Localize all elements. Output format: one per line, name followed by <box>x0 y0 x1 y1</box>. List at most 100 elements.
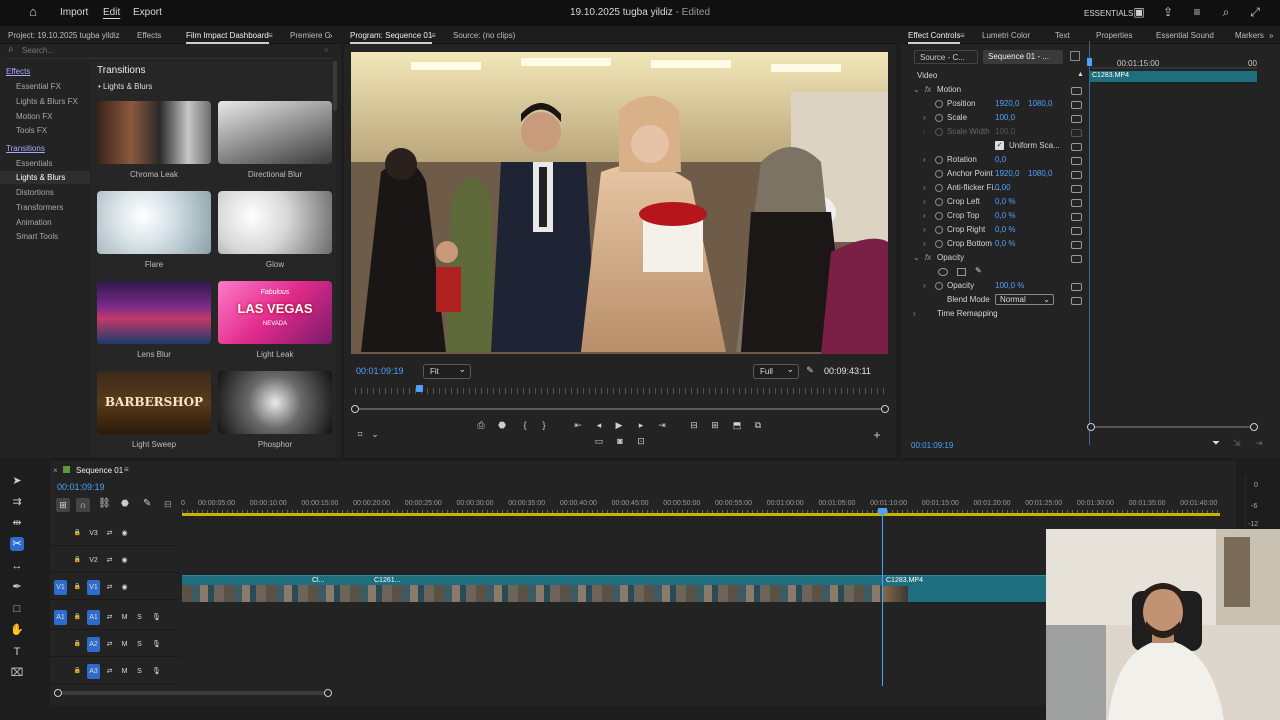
fx-position-x[interactable]: 1920,0 <box>995 99 1019 108</box>
reset-icon[interactable] <box>1071 213 1082 221</box>
resolution-select[interactable]: Full <box>753 364 799 379</box>
mute-button[interactable]: M <box>118 610 131 625</box>
stopwatch-icon[interactable] <box>935 114 943 122</box>
chevron-right-icon[interactable]: › <box>923 183 926 192</box>
menu-export[interactable]: Export <box>133 7 162 18</box>
tree-item-tools-fx[interactable]: Tools FX <box>16 126 47 135</box>
add-marker-icon[interactable]: ⬣ <box>495 420 509 431</box>
captions-tool-icon[interactable]: ⌧ <box>10 666 24 680</box>
filter-icon[interactable]: ⏷ <box>1212 438 1220 449</box>
tab-premiere-composer[interactable]: Premiere C <box>290 31 330 40</box>
mute-button[interactable]: M <box>118 664 131 679</box>
lock-icon[interactable]: 🔒 <box>71 580 84 595</box>
lock-icon[interactable]: 🔒 <box>71 664 84 679</box>
tree-item-essentials[interactable]: Essentials <box>16 159 52 168</box>
lock-icon[interactable]: 🔒 <box>71 526 84 541</box>
tree-item-lights-blurs[interactable]: Lights & Blurs <box>0 171 90 184</box>
thumb-flare[interactable] <box>97 191 211 254</box>
razor-tool-icon[interactable]: ✂ <box>10 537 24 551</box>
solo-button[interactable]: S <box>133 664 146 679</box>
tab-program[interactable]: Program: Sequence 01 <box>350 31 433 44</box>
stopwatch-icon[interactable] <box>935 212 943 220</box>
solo-button[interactable]: S <box>133 610 146 625</box>
tree-item-smart-tools[interactable]: Smart Tools <box>16 232 58 241</box>
step-back-icon[interactable]: ◂ <box>592 420 606 431</box>
tab-markers[interactable]: Markers <box>1235 31 1264 40</box>
more-tabs-icon[interactable]: » <box>1269 31 1273 40</box>
chevron-down-icon[interactable]: ⌄ <box>913 85 920 94</box>
tab-effects[interactable]: Effects <box>137 31 161 40</box>
stopwatch-icon[interactable] <box>935 100 943 108</box>
multicam-icon[interactable]: ⊡ <box>634 436 648 447</box>
hand-tool-icon[interactable]: ✋ <box>10 623 24 637</box>
program-video-frame[interactable] <box>351 52 888 354</box>
sequence-clip-button[interactable]: Sequence 01 - ... <box>983 50 1063 64</box>
type-tool-icon[interactable]: T <box>10 645 24 659</box>
workspace-label[interactable]: ESSENTIALS <box>1084 9 1133 18</box>
monitor-playhead[interactable] <box>415 385 423 392</box>
sync-lock-icon[interactable]: ⇄ <box>103 637 116 652</box>
home-icon[interactable]: ⌂ <box>26 5 40 19</box>
tree-effects-header[interactable]: Effects <box>6 67 30 76</box>
fx-crop-left-value[interactable]: 0,0 % <box>995 197 1015 206</box>
share-icon[interactable]: ⇪ <box>1161 5 1175 19</box>
microphone-icon[interactable]: 🎙 <box>150 637 163 652</box>
tab-properties[interactable]: Properties <box>1096 31 1132 40</box>
chevron-right-icon[interactable]: › <box>923 225 926 234</box>
tab-text[interactable]: Text <box>1055 31 1070 40</box>
clear-search-icon[interactable]: × <box>324 46 329 55</box>
reset-icon[interactable] <box>1071 115 1082 123</box>
tree-item-distortions[interactable]: Distortions <box>16 188 54 197</box>
scrub-end-handle[interactable] <box>881 405 889 413</box>
eye-icon[interactable]: ◉ <box>118 553 131 568</box>
reset-icon[interactable] <box>1071 297 1082 305</box>
chevron-right-icon[interactable]: › <box>923 281 926 290</box>
chevron-right-icon[interactable]: › <box>923 155 926 164</box>
thumb-lens-blur[interactable] <box>97 281 211 344</box>
fx-position-y[interactable]: 1080,0 <box>1028 99 1052 108</box>
monitor-scrub-bar[interactable] <box>355 408 885 410</box>
thumb-glow[interactable] <box>218 191 332 254</box>
sync-lock-icon[interactable]: ⇄ <box>103 610 116 625</box>
fx-clip-bar[interactable]: C1283.MP4 <box>1089 71 1257 82</box>
tree-item-essential-fx[interactable]: Essential FX <box>16 82 61 91</box>
chevron-right-icon[interactable]: › <box>913 309 916 318</box>
lock-icon[interactable]: 🔒 <box>71 610 84 625</box>
track-target-a2[interactable]: A2 <box>87 637 100 652</box>
more-tabs-icon[interactable]: » <box>328 31 332 40</box>
sync-lock-icon[interactable]: ⇄ <box>103 553 116 568</box>
fx-motion-row[interactable]: ⌄ fx Motion <box>901 85 1086 98</box>
fx-crop-right-value[interactable]: 0,0 % <box>995 225 1015 234</box>
chevron-right-icon[interactable]: › <box>923 113 926 122</box>
thumb-directional-blur[interactable] <box>218 101 332 164</box>
v1-clips-edited[interactable]: Cl... C1261... <box>182 575 884 602</box>
insert-icon[interactable]: ⊟ <box>687 420 701 431</box>
reset-icon[interactable] <box>1071 185 1082 193</box>
go-to-in-icon[interactable]: ⇤ <box>571 420 585 431</box>
reset-icon[interactable] <box>1071 171 1082 179</box>
fx-time-remap-row[interactable]: › Time Remapping <box>901 309 1086 322</box>
hscroll-end-handle[interactable] <box>324 689 332 697</box>
sync-lock-icon[interactable]: ⇄ <box>103 664 116 679</box>
hamburger-menu-icon[interactable]: ≡ <box>1190 5 1204 19</box>
chevron-down-icon[interactable]: ⌄ <box>913 253 920 262</box>
tab-essential-sound[interactable]: Essential Sound <box>1156 31 1214 40</box>
settings-wrench-icon[interactable]: ✎ <box>803 365 817 376</box>
tab-effect-controls[interactable]: Effect Controls <box>908 31 961 44</box>
eye-icon[interactable]: ◉ <box>118 526 131 541</box>
reset-icon[interactable] <box>1071 283 1082 291</box>
uniform-scale-checkbox[interactable]: ✓ <box>995 141 1004 150</box>
effects-search-input[interactable]: Search... <box>6 44 332 59</box>
tab-film-impact-dashboard[interactable]: Film Impact Dashboard <box>186 31 269 44</box>
go-icon[interactable]: ⇥ <box>1255 438 1263 449</box>
fx-current-time[interactable]: 00:01:09:19 <box>911 441 953 450</box>
fx-anchor-x[interactable]: 1920,0 <box>995 169 1019 178</box>
solo-button[interactable]: S <box>133 637 146 652</box>
fx-opacity-value[interactable]: 100,0 % <box>995 281 1024 290</box>
fx-antiflicker-value[interactable]: 0,00 <box>995 183 1011 192</box>
panel-menu-icon[interactable]: ≡ <box>960 31 965 40</box>
menu-import[interactable]: Import <box>60 7 88 18</box>
collapse-icon[interactable]: ▲ <box>1077 71 1084 78</box>
extract-icon[interactable]: ⧉ <box>751 420 765 431</box>
chevron-right-icon[interactable]: › <box>923 211 926 220</box>
